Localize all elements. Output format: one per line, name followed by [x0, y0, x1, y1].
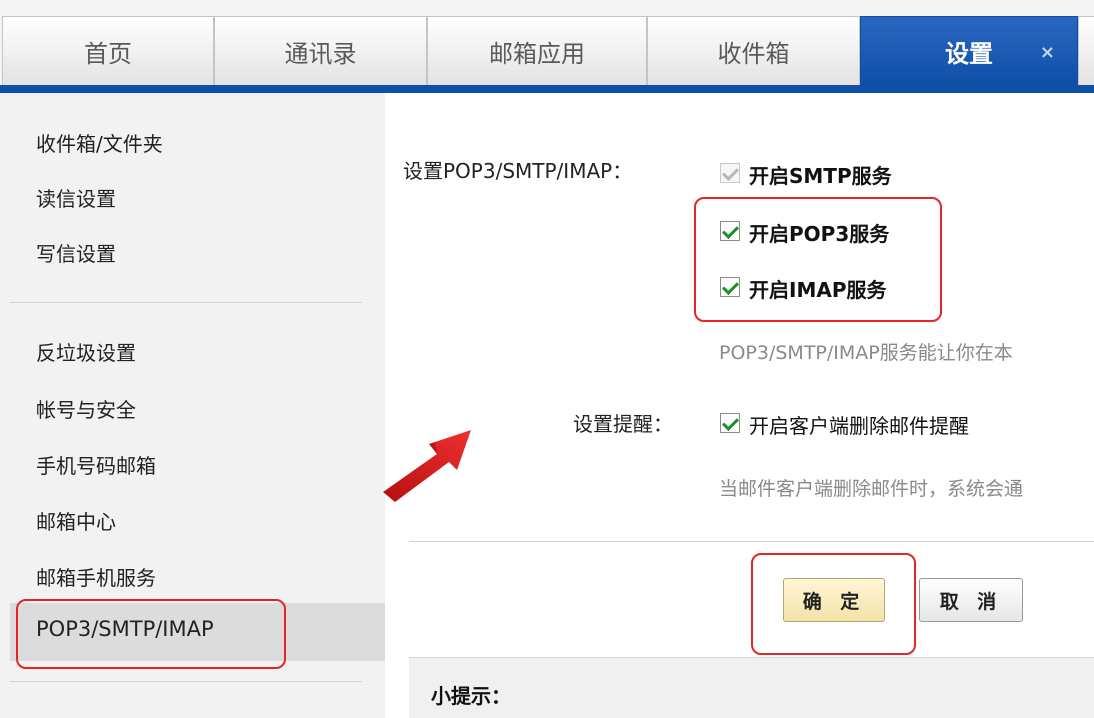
- pop-settings-label: 设置POP3/SMTP/IMAP：: [403, 159, 633, 183]
- reminder-label: 设置提醒：: [573, 412, 673, 436]
- settings-sidebar: 收件箱/文件夹 读信设置 写信设置 反垃圾设置 帐号与安全 手机号码邮箱 邮箱中…: [0, 93, 385, 718]
- smtp-option-label: 开启SMTP服务: [749, 164, 892, 188]
- pop3-checkbox[interactable]: [720, 221, 740, 241]
- cancel-button[interactable]: 取 消: [919, 578, 1023, 622]
- tab-home[interactable]: 首页: [2, 16, 214, 85]
- tab-label: 收件箱: [717, 39, 790, 68]
- delete-reminder-checkbox[interactable]: [720, 413, 740, 433]
- imap-option-label[interactable]: 开启IMAP服务: [749, 274, 886, 303]
- tab-inbox[interactable]: 收件箱: [647, 16, 860, 85]
- sidebar-item-phone-mailbox[interactable]: 手机号码邮箱: [36, 451, 156, 481]
- sidebar-item-mail-center[interactable]: 邮箱中心: [36, 507, 116, 537]
- delete-reminder-hint: 当邮件客户端删除邮件时，系统会通: [719, 478, 1024, 500]
- delete-reminder-label[interactable]: 开启客户端删除邮件提醒: [749, 410, 969, 439]
- tab-bar-underline: [0, 85, 1094, 93]
- tab-label: 设置: [945, 40, 993, 68]
- confirm-button[interactable]: 确 定: [783, 578, 885, 622]
- tab-label: 通讯录: [284, 39, 357, 68]
- sidebar-item-folders[interactable]: 收件箱/文件夹: [36, 129, 163, 159]
- sidebar-item-compose-settings[interactable]: 写信设置: [36, 239, 116, 269]
- pop3-option-label[interactable]: 开启POP3服务: [749, 218, 889, 247]
- red-arrow-icon: [383, 430, 471, 502]
- sidebar-divider: [10, 681, 362, 682]
- top-tab-bar: 首页 通讯录 邮箱应用 收件箱 设置 ×: [0, 0, 1094, 93]
- tab-overflow: [1078, 16, 1094, 85]
- sidebar-divider: [10, 302, 362, 303]
- smtp-checkbox: [720, 163, 740, 183]
- sidebar-item-label: POP3/SMTP/IMAP: [36, 617, 214, 641]
- tab-mail-apps[interactable]: 邮箱应用: [427, 16, 647, 85]
- sidebar-item-antispam[interactable]: 反垃圾设置: [36, 338, 136, 368]
- settings-panel: 设置POP3/SMTP/IMAP： 开启SMTP服务 开启POP3服务 开启IM…: [385, 93, 1094, 718]
- section-divider: [409, 541, 1094, 542]
- tips-title: 小提示：: [431, 684, 511, 708]
- tab-contacts[interactable]: 通讯录: [214, 16, 427, 85]
- sidebar-item-read-settings[interactable]: 读信设置: [36, 184, 116, 214]
- imap-checkbox[interactable]: [720, 277, 740, 297]
- sidebar-item-account-security[interactable]: 帐号与安全: [36, 395, 136, 425]
- tips-panel: 小提示：: [409, 657, 1094, 718]
- tab-label: 首页: [84, 39, 132, 68]
- pop-service-hint: POP3/SMTP/IMAP服务能让你在本: [719, 342, 1013, 364]
- sidebar-item-mobile-service[interactable]: 邮箱手机服务: [36, 563, 156, 593]
- tab-label: 邮箱应用: [489, 39, 585, 68]
- close-icon[interactable]: ×: [1040, 42, 1055, 63]
- tab-settings[interactable]: 设置 ×: [860, 16, 1078, 86]
